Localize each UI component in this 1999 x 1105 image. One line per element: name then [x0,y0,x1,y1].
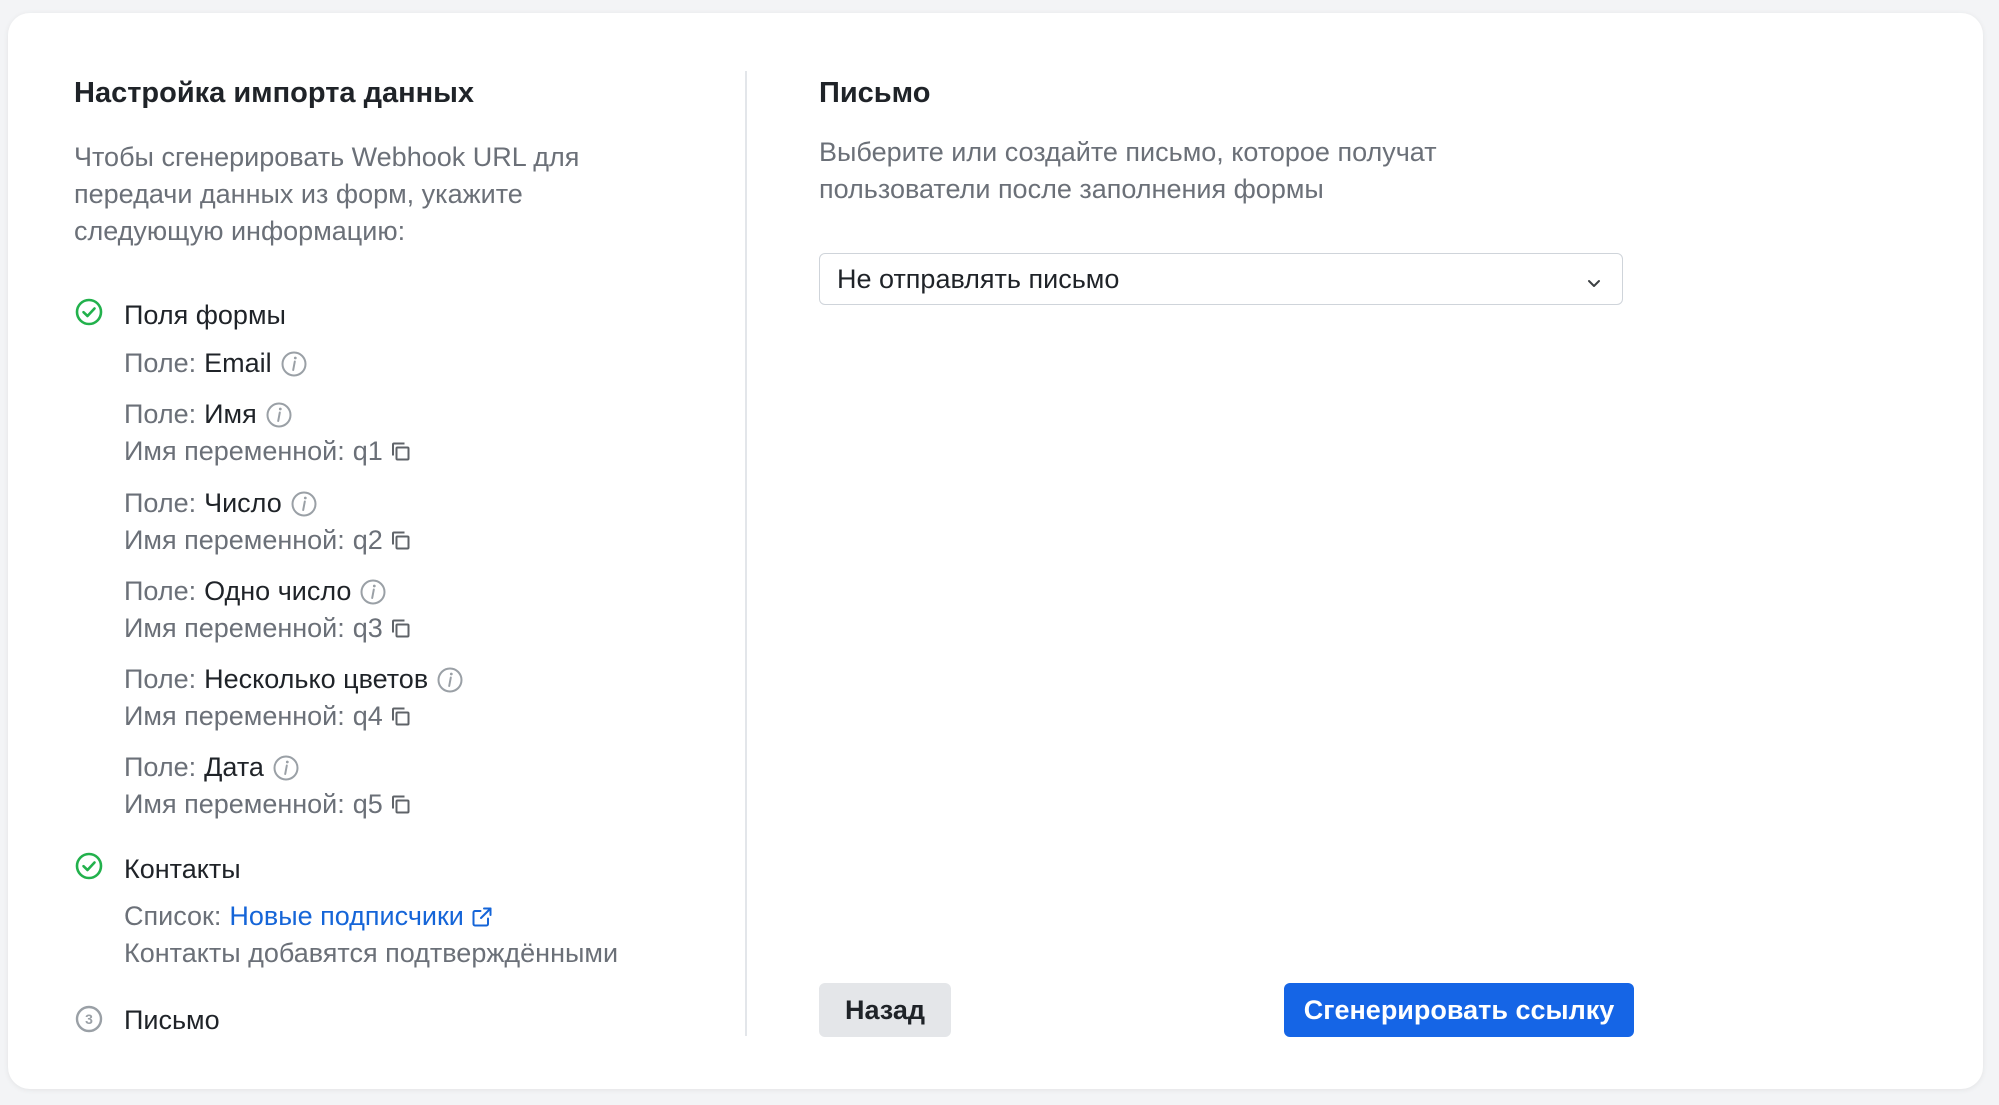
field-name: Одно число [204,576,352,606]
variable-prefix: Имя переменной: [124,613,345,643]
check-circle-icon [74,851,104,881]
field-prefix: Поле: [124,752,197,782]
step-number-badge: 3 [74,1004,104,1034]
variable-prefix: Имя переменной: [124,789,345,819]
field-name-row: Поле: Имя [124,396,293,433]
variable-prefix: Имя переменной: [124,436,345,466]
variable-name: q1 [352,436,383,466]
letter-select[interactable]: Не отправлять письмо [819,253,1623,305]
field-colors-row: Поле: Несколько цветов [124,661,464,698]
field-email-row: Поле: Email [124,345,308,382]
field-prefix: Поле: [124,348,197,378]
webhook-setup-card: Настройка импорта данных Чтобы сгенериро… [8,13,1983,1089]
field-prefix: Поле: [124,399,197,429]
variable-row: Имя переменной: q1 [124,433,414,470]
step-letter: 3 [74,1004,104,1034]
step-form-fields-label: Поля формы [124,300,286,330]
field-name: Число [204,488,282,518]
check-circle-icon [74,297,104,327]
info-icon[interactable] [436,666,464,694]
field-prefix: Поле: [124,488,197,518]
variable-row: Имя переменной: q3 [124,610,414,647]
step-letter-label: Письмо [124,1005,220,1035]
contacts-list-row: Список: Новые подписчики [124,898,494,935]
field-date-row: Поле: Дата [124,749,300,786]
chevron-down-icon [1584,269,1604,300]
column-divider [745,71,747,1036]
field-name: Несколько цветов [204,664,429,694]
step-number: 3 [85,1011,93,1027]
copy-icon[interactable] [388,528,414,554]
copy-icon[interactable] [388,792,414,818]
step-form-fields [74,297,104,327]
info-icon[interactable] [272,754,300,782]
setup-intro: Чтобы сгенерировать Webhook URL для пере… [74,142,580,246]
field-name: Имя [204,399,257,429]
field-prefix: Поле: [124,576,197,606]
letter-title: Письмо [819,77,931,109]
letter-intro: Выберите или создайте письмо, которое по… [819,137,1437,204]
field-name: Дата [204,752,264,782]
info-icon[interactable] [290,490,318,518]
copy-icon[interactable] [388,704,414,730]
step-contacts [74,851,104,881]
copy-icon[interactable] [388,439,414,465]
variable-prefix: Имя переменной: [124,701,345,731]
field-single-number-row: Поле: Одно число [124,573,387,610]
external-link-icon[interactable] [470,905,494,929]
variable-name: q3 [352,613,383,643]
step-contacts-label: Контакты [124,854,241,884]
back-button[interactable]: Назад [819,983,951,1037]
info-icon[interactable] [280,350,308,378]
list-link[interactable]: Новые подписчики [229,898,464,935]
field-name: Email [204,348,272,378]
variable-row: Имя переменной: q2 [124,522,414,559]
setup-title: Настройка импорта данных [74,77,475,109]
variable-prefix: Имя переменной: [124,525,345,555]
field-prefix: Поле: [124,664,197,694]
field-number-row: Поле: Число [124,485,318,522]
contacts-note: Контакты добавятся подтверждёнными [124,935,618,972]
variable-name: q4 [352,701,383,731]
list-prefix: Список: [124,901,222,931]
variable-row: Имя переменной: q5 [124,786,414,823]
generate-link-button[interactable]: Сгенерировать ссылку [1284,983,1634,1037]
variable-name: q2 [352,525,383,555]
copy-icon[interactable] [388,616,414,642]
contacts-note-text: Контакты добавятся подтверждёнными [124,938,619,968]
info-icon[interactable] [359,578,387,606]
info-icon[interactable] [265,401,293,429]
letter-select-value: Не отправлять письмо [837,263,1120,294]
variable-row: Имя переменной: q4 [124,698,414,735]
variable-name: q5 [352,789,383,819]
